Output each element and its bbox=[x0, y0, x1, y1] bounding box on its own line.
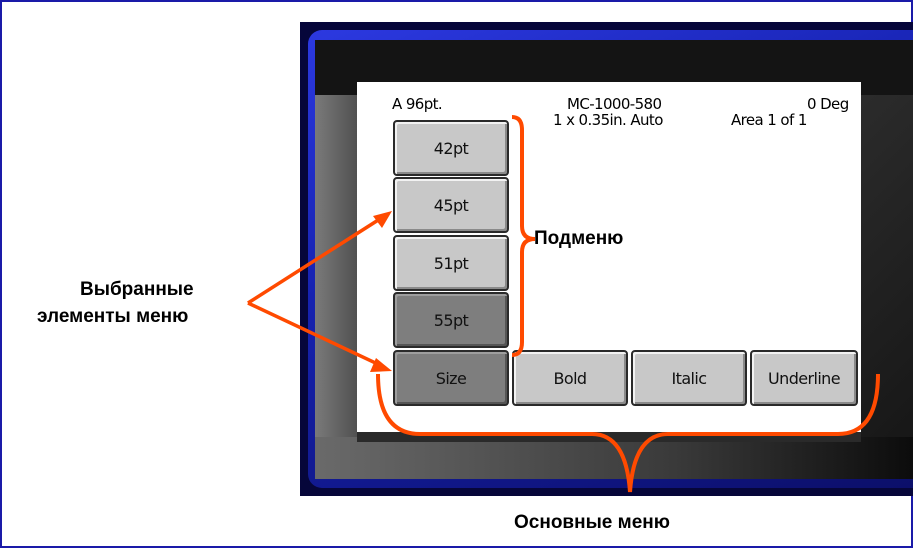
arrow-line-lower bbox=[247, 301, 383, 368]
arrow-line-upper bbox=[247, 215, 384, 305]
selected-items-label-line2: элементы меню bbox=[37, 306, 189, 327]
submenu-brace bbox=[511, 115, 536, 357]
main-menus-label: Основные меню bbox=[514, 512, 670, 533]
submenu-label: Подменю bbox=[534, 228, 624, 249]
callout-overlay bbox=[247, 115, 880, 493]
main-menu-brace bbox=[376, 373, 880, 493]
selected-items-label-line1: Выбранные bbox=[80, 279, 194, 300]
arrow-head-upper bbox=[373, 211, 392, 228]
